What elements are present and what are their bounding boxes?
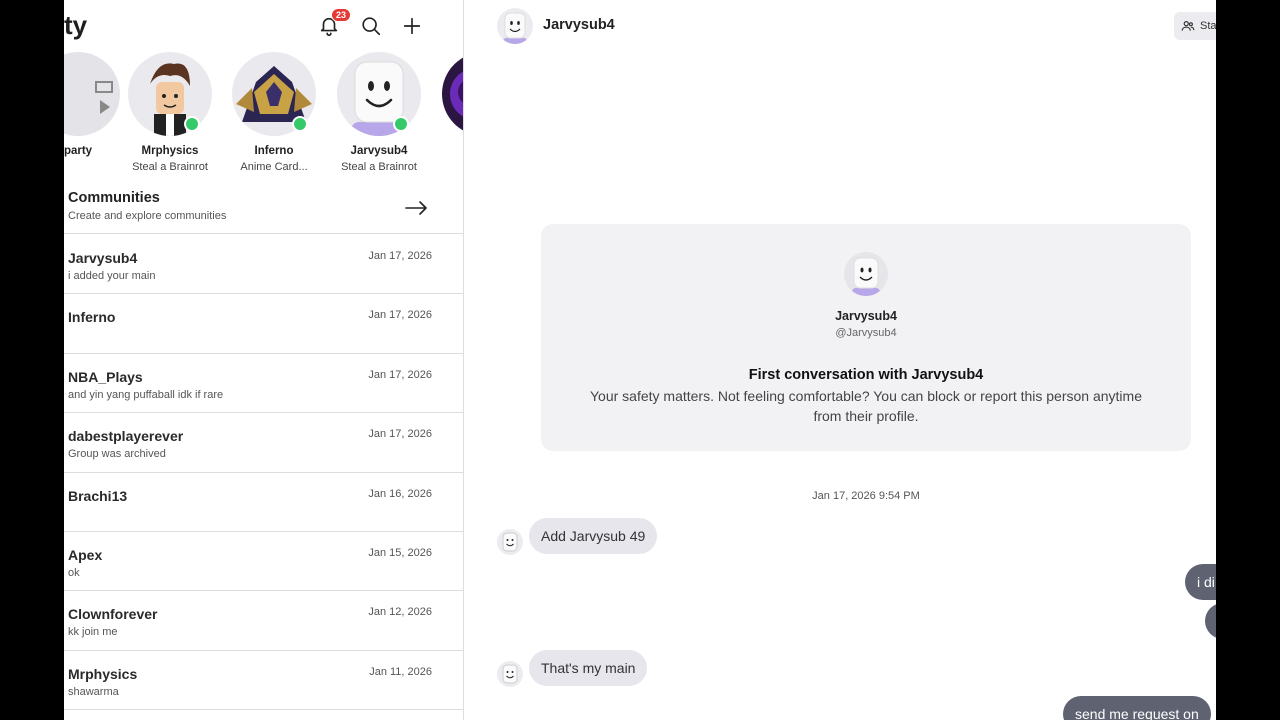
communities-subtitle: Create and explore communities (68, 210, 227, 222)
safety-card: Jarvysub4 @Jarvysub4 First conversation … (541, 224, 1191, 451)
message-bubble-outgoing (1205, 603, 1216, 639)
plus-icon (403, 17, 421, 35)
chat-date: Jan 16, 2026 (368, 487, 432, 500)
conversation-avatar[interactable] (497, 8, 533, 44)
friend-item-jarvysub4[interactable]: Jarvysub4 Steal a Brainrot (329, 52, 429, 173)
people-icon (1181, 21, 1195, 31)
online-indicator (393, 116, 409, 132)
chat-name: dabestplayerever (68, 428, 184, 445)
chat-date: Jan 17, 2026 (368, 368, 432, 381)
avatar (442, 52, 463, 136)
chat-row-mrphysics[interactable]: Mrphysics shawarma Jan 11, 2026 (64, 651, 463, 711)
chat-name: Jarvysub4 (68, 250, 138, 266)
chat-name: Apex (68, 547, 103, 563)
chat-preview: kk join me (68, 626, 118, 639)
notifications-button[interactable]: 23 (315, 8, 352, 40)
online-indicator (292, 116, 308, 132)
communities-row[interactable]: Communities Create and explore communiti… (64, 186, 463, 234)
friend-item-inferno[interactable]: Inferno Anime Card... (224, 52, 324, 173)
message-bubble-incoming: Add Jarvysub 49 (529, 518, 658, 554)
safety-body: Your safety matters. Not feeling comfort… (589, 388, 1142, 424)
chat-preview: ok (68, 567, 80, 579)
friend-name: Mrphysics (141, 145, 199, 157)
chat-row-apex[interactable]: Apex ok Jan 15, 2026 (64, 532, 463, 592)
friend-game: Anime Card... (240, 161, 308, 173)
status-button[interactable]: Sta (1174, 12, 1216, 40)
chat-name: Brachi13 (68, 487, 128, 504)
chat-list-panel: ty 23 party Mrphysics Steal a Brainrot I… (64, 0, 464, 720)
message-timestamp: Jan 17, 2026 9:54 PM (812, 490, 920, 502)
new-chat-button[interactable] (398, 12, 426, 40)
party-avatar (64, 52, 120, 136)
friend-name: Inferno (254, 145, 294, 157)
party-play-icon (95, 81, 113, 114)
friend-game: Steal a Brainrot (132, 161, 208, 173)
friend-item-mrphysics[interactable]: Mrphysics Steal a Brainrot (120, 52, 220, 173)
search-icon (362, 17, 381, 36)
online-indicator (184, 116, 200, 132)
chat-date: Jan 17, 2026 (368, 250, 432, 262)
chat-preview: and yin yang puffaball idk if rare (68, 388, 224, 401)
chat-row-nba-plays[interactable]: NBA_Plays and yin yang puffaball idk if … (64, 354, 463, 414)
sender-avatar (497, 661, 523, 687)
chat-name: Inferno (68, 309, 116, 326)
chat-date: Jan 15, 2026 (368, 547, 432, 559)
arrow-right-icon (405, 201, 427, 215)
friend-item-party[interactable]: party (64, 52, 128, 157)
chat-row-inferno[interactable]: Inferno Jan 17, 2026 (64, 294, 463, 354)
message-bubble-outgoing: send me request on (1063, 696, 1211, 720)
safety-handle: @Jarvysub4 (835, 327, 897, 339)
friend-game: Steal a Brainrot (341, 161, 417, 173)
page-title: ty (64, 10, 88, 40)
chat-date: Jan 17, 2026 (368, 309, 432, 322)
status-label: Sta (1200, 20, 1216, 32)
chat-row-dabestplayerever[interactable]: dabestplayerever Group was archived Jan … (64, 413, 463, 473)
chat-row-jarvysub4[interactable]: Jarvysub4 i added your main Jan 17, 2026 (64, 235, 463, 295)
chat-name: Mrphysics (68, 665, 138, 682)
communities-title: Communities (68, 190, 160, 206)
chat-date: Jan 12, 2026 (368, 606, 432, 619)
chat-name: NBA_Plays (68, 368, 143, 385)
chat-row-brachi13[interactable]: Brachi13 Jan 16, 2026 (64, 473, 463, 532)
safety-name: Jarvysub4 (835, 309, 897, 323)
chat-preview: shawarma (68, 685, 119, 698)
chat-preview: i added your main (68, 270, 156, 282)
message-bubble-incoming: That's my main (529, 650, 648, 686)
notification-badge: 23 (331, 8, 352, 22)
search-button[interactable] (357, 12, 385, 40)
sender-avatar (497, 529, 523, 555)
conversation-title[interactable]: Jarvysub4 (543, 17, 615, 33)
chat-date: Jan 11, 2026 (369, 665, 432, 678)
conversation-panel: Jarvysub4 Sta Jarvysub4 @Jarvysub4 First… (465, 0, 1216, 720)
safety-avatar (844, 252, 888, 296)
friend-item-partial[interactable] (434, 52, 463, 136)
friend-name: Jarvysub4 (350, 145, 408, 157)
chat-date: Jan 17, 2026 (368, 428, 432, 441)
chat-preview: Group was archived (68, 448, 166, 461)
safety-title: First conversation with Jarvysub4 (748, 367, 984, 383)
chat-name: Clownforever (68, 606, 158, 623)
chat-row-clownforever[interactable]: Clownforever kk join me Jan 12, 2026 (64, 591, 463, 651)
message-bubble-outgoing: i di (1185, 564, 1216, 600)
app-window: ty 23 party Mrphysics Steal a Brainrot I… (64, 0, 1216, 720)
friend-name: party (64, 145, 93, 157)
